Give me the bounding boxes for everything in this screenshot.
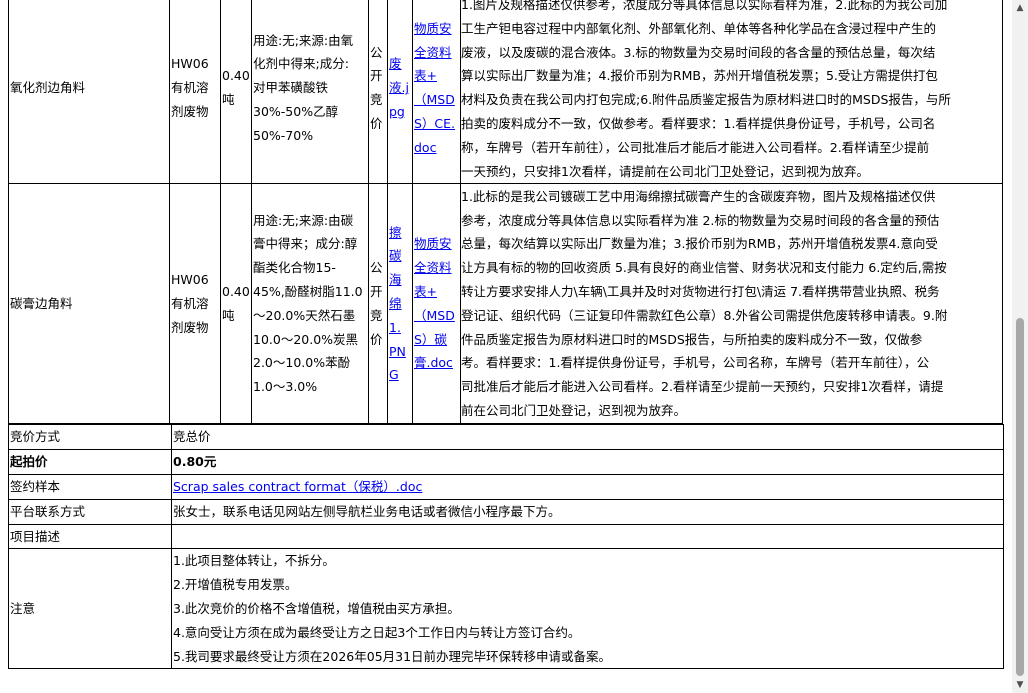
item-doc-link[interactable]: 物质安 全资料 表+ （MSD S）CE. doc <box>414 21 455 155</box>
project-value <box>171 523 1004 550</box>
auction-detail: 氧化剂边角料 HW06 有机溶 剂废物 0.40 吨 用途:无;来源:由氧 化剂… <box>8 0 1004 670</box>
item-image-link[interactable]: 废 液.j pg <box>389 56 409 119</box>
item-description: 1.此标的是我公司镀碳工艺中用海绵擦拭碳膏产生的含碳废弃物，图片及规格描述仅供 … <box>460 183 1003 425</box>
auction-info-table: 竞价方式 竞总价 起拍价 0.80元 签约样本 Scrap sales cont… <box>8 424 1004 670</box>
item-code: HW06 有机溶 剂废物 <box>169 183 221 425</box>
note-item: 3.此次竞价的价格不含增值税，增值税由买方承担。 <box>173 600 460 616</box>
item-quantity: 0.40 吨 <box>220 0 252 185</box>
table-row: 碳膏边角料 HW06 有机溶 剂废物 0.40 吨 用途:无;来源:由碳 膏中得… <box>8 183 1003 425</box>
start-price-label: 起拍价 <box>8 449 172 475</box>
notes-label: 注意 <box>8 548 172 670</box>
start-price-value: 0.80元 <box>171 449 1004 475</box>
info-row-bid-method: 竞价方式 竞总价 <box>8 424 1004 451</box>
item-method: 公 开 竞 价 <box>368 183 388 425</box>
item-detail: 用途:无;来源:由碳 膏中得来；成分:醇 酯类化合物15- 45%,酚醛树脂11… <box>251 183 369 425</box>
scroll-thumb[interactable] <box>1016 318 1024 676</box>
notes-list: 1.此项目整体转让，不拆分。 2.开增值税专用发票。 3.此次竞价的价格不含增值… <box>171 548 1004 670</box>
scroll-down-arrow-icon[interactable]: ▼ <box>1012 677 1028 693</box>
items-table: 氧化剂边角料 HW06 有机溶 剂废物 0.40 吨 用途:无;来源:由氧 化剂… <box>8 0 1003 425</box>
item-quantity: 0.40 吨 <box>220 183 252 425</box>
item-code: HW06 有机溶 剂废物 <box>169 0 221 185</box>
note-item: 1.此项目整体转让，不拆分。 <box>173 553 335 569</box>
note-item: 5.我司要求最终受让方须在2026年05月31日前办理完毕环保转移申请或备案。 <box>173 648 612 664</box>
item-detail: 用途:无;来源:由氧 化剂中得来;成分: 对甲苯磺酸铁 30%-50%乙醇 50… <box>251 0 369 185</box>
note-item: 2.开增值税专用发票。 <box>173 577 298 593</box>
info-row-start-price: 起拍价 0.80元 <box>8 449 1004 475</box>
info-row-contact: 平台联系方式 张女士，联系电话见网站左侧导航栏业务电话或者微信小程序最下方。 <box>8 498 1004 525</box>
item-name: 氧化剂边角料 <box>8 0 170 185</box>
contract-link[interactable]: Scrap sales contract format（保税）.doc <box>173 479 422 494</box>
item-method: 公 开 竞 价 <box>368 0 388 185</box>
contact-label: 平台联系方式 <box>8 498 172 525</box>
item-name: 碳膏边角料 <box>8 183 170 425</box>
info-row-project: 项目描述 <box>8 523 1004 550</box>
info-row-contract: 签约样本 Scrap sales contract format（保税）.doc <box>8 473 1004 500</box>
project-label: 项目描述 <box>8 523 172 550</box>
item-image-link[interactable]: 擦 碳 海 绵1. PN G <box>389 225 406 383</box>
bid-method-label: 竞价方式 <box>8 424 172 451</box>
contact-value: 张女士，联系电话见网站左侧导航栏业务电话或者微信小程序最下方。 <box>171 498 1004 525</box>
info-row-notes: 注意 1.此项目整体转让，不拆分。 2.开增值税专用发票。 3.此次竞价的价格不… <box>8 548 1004 670</box>
page-viewport: 氧化剂边角料 HW06 有机溶 剂废物 0.40 吨 用途:无;来源:由氧 化剂… <box>0 0 1012 693</box>
item-description: 1.图片及规格描述仅供参考，浓度成分等具体信息以实际看样为准，2.此标的为我公司… <box>460 0 1003 185</box>
note-item: 4.意向受让方须在成为最终受让方之日起3个工作日内与转让方签订合约。 <box>173 624 581 640</box>
table-row: 氧化剂边角料 HW06 有机溶 剂废物 0.40 吨 用途:无;来源:由氧 化剂… <box>8 0 1003 185</box>
bid-method-value: 竞总价 <box>171 424 1004 451</box>
contract-label: 签约样本 <box>8 473 172 500</box>
item-doc-link[interactable]: 物质安 全资料 表+ （MSD S）碳 膏.doc <box>414 236 455 370</box>
vertical-scrollbar[interactable]: ▲ ▼ <box>1012 0 1028 693</box>
scroll-up-arrow-icon[interactable]: ▲ <box>1012 0 1028 16</box>
